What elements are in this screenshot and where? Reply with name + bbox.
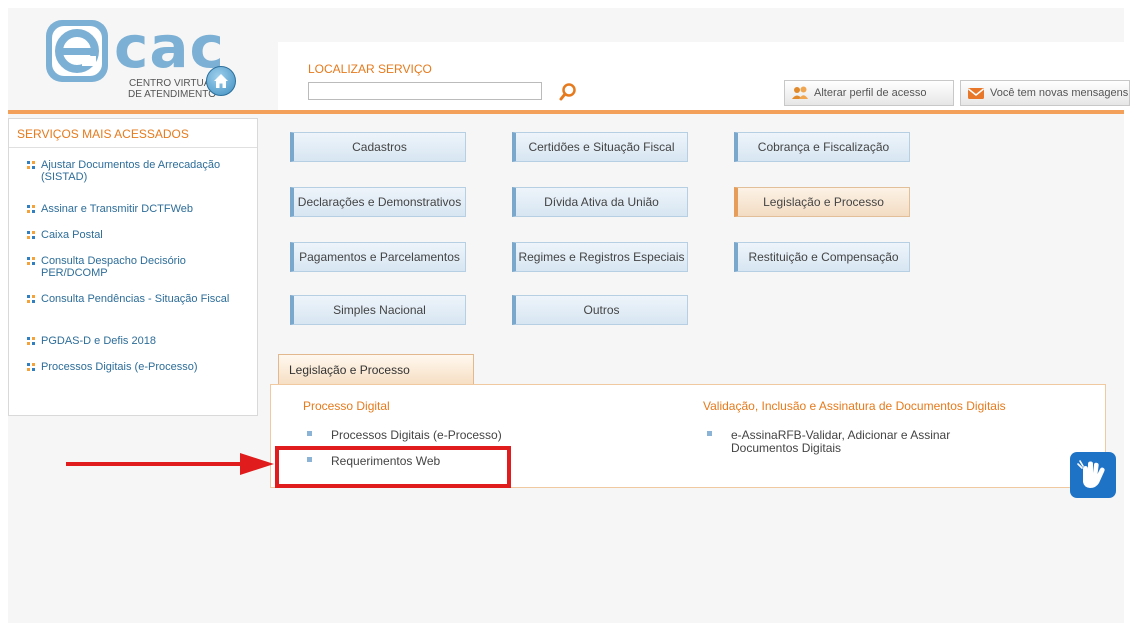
- bullet-icon: [27, 231, 35, 239]
- category-declaracoes[interactable]: Declarações e Demonstrativos: [290, 187, 466, 217]
- sidebar-divider: [9, 147, 257, 148]
- accessibility-button[interactable]: [1070, 452, 1116, 498]
- sign-language-icon: [1077, 460, 1105, 488]
- logo-subtitle: CENTRO VIRTUAL DE ATENDIMENTO: [96, 78, 216, 100]
- home-button[interactable]: [206, 66, 236, 96]
- logo-subtitle-line1: CENTRO VIRTUAL: [128, 78, 216, 89]
- sidebar-item-label: PGDAS-D e Defis 2018: [41, 335, 156, 347]
- category-divida-ativa[interactable]: Dívida Ativa da União: [512, 187, 688, 217]
- link-label: e-AssinaRFB-Validar, Adicionar e Assinar…: [731, 428, 951, 455]
- change-profile-button[interactable]: Alterar perfil de acesso: [784, 80, 954, 106]
- category-restituicao[interactable]: Restituição e Compensação: [734, 242, 910, 272]
- sidebar-item-label: Ajustar Documentos de Arrecadação (SISTA…: [41, 159, 221, 183]
- bullet-icon: [27, 161, 35, 169]
- sidebar-item-label: Assinar e Transmitir DCTFWeb: [41, 203, 193, 215]
- bullet-icon: [707, 431, 712, 436]
- new-messages-button[interactable]: Você tem novas mensagens: [960, 80, 1130, 106]
- category-cadastros[interactable]: Cadastros: [290, 132, 466, 162]
- category-outros[interactable]: Outros: [512, 295, 688, 325]
- most-accessed-sidebar: SERVIÇOS MAIS ACESSADOS Ajustar Document…: [8, 118, 258, 416]
- logo-subtitle-line2: DE ATENDIMENTO: [128, 89, 216, 100]
- search-input[interactable]: [308, 82, 542, 100]
- red-highlight-box: [275, 446, 511, 488]
- bullet-icon: [27, 257, 35, 265]
- sidebar-title: SERVIÇOS MAIS ACESSADOS: [17, 127, 189, 141]
- category-cobranca[interactable]: Cobrança e Fiscalização: [734, 132, 910, 162]
- category-regimes[interactable]: Regimes e Registros Especiais: [512, 242, 688, 272]
- users-icon: [792, 86, 808, 99]
- bullet-icon: [27, 363, 35, 371]
- link-label: Processos Digitais (e-Processo): [331, 428, 502, 442]
- validacao-title: Validação, Inclusão e Assinatura de Docu…: [703, 399, 1006, 413]
- header-divider: [8, 110, 1124, 114]
- page-frame: cac CENTRO VIRTUAL DE ATENDIMENTO LOCALI…: [8, 8, 1130, 623]
- bullet-icon: [307, 431, 312, 436]
- tab-legislacao-processo[interactable]: Legislação e Processo: [278, 354, 474, 384]
- home-icon: [214, 74, 228, 88]
- search-icon[interactable]: [558, 82, 578, 102]
- search-label: LOCALIZAR SERVIÇO: [308, 62, 432, 76]
- change-profile-label: Alterar perfil de acesso: [814, 87, 927, 99]
- category-simples[interactable]: Simples Nacional: [290, 295, 466, 325]
- sidebar-item-label: Caixa Postal: [41, 229, 103, 241]
- category-certidoes[interactable]: Certidões e Situação Fiscal: [512, 132, 688, 162]
- ecac-logo-e-icon: [46, 20, 108, 82]
- ecac-logo[interactable]: cac CENTRO VIRTUAL DE ATENDIMENTO: [44, 13, 234, 103]
- processo-digital-title: Processo Digital: [303, 399, 390, 413]
- bullet-icon: [27, 205, 35, 213]
- bullet-icon: [27, 295, 35, 303]
- sidebar-item-label: Processos Digitais (e-Processo): [41, 361, 198, 373]
- header-toolbar: LOCALIZAR SERVIÇO Alterar perfil de aces…: [278, 42, 1130, 110]
- sidebar-item-label: Consulta Despacho Decisório PER/DCOMP: [41, 255, 186, 279]
- new-messages-label: Você tem novas mensagens: [990, 87, 1129, 99]
- bullet-icon: [27, 337, 35, 345]
- mail-icon: [968, 88, 984, 99]
- sidebar-item-label: Consulta Pendências - Situação Fiscal: [41, 293, 230, 305]
- category-legislacao[interactable]: Legislação e Processo: [734, 187, 910, 217]
- red-arrow-annotation: [66, 453, 274, 475]
- category-pagamentos[interactable]: Pagamentos e Parcelamentos: [290, 242, 466, 272]
